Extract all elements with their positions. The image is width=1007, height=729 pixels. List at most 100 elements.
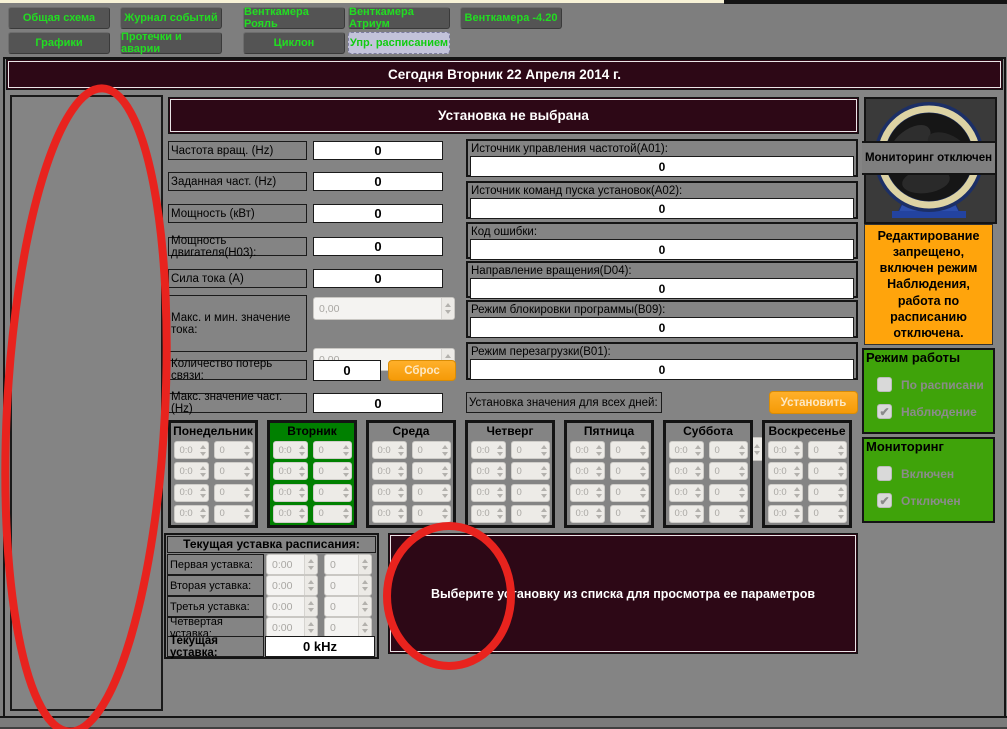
setpoint-time-spinner[interactable]: 0:00 xyxy=(266,575,318,596)
day-freq-spinner[interactable]: 0 xyxy=(313,505,352,523)
spinner-arrows-icon[interactable] xyxy=(739,442,745,458)
spinner-arrows-icon[interactable] xyxy=(442,485,448,501)
spinner-arrows-icon[interactable] xyxy=(497,463,503,479)
nav-button-ventcam-atrium[interactable]: Венткамера Атриум xyxy=(348,7,450,29)
spinner-arrows-icon[interactable] xyxy=(640,485,646,501)
day-freq-spinner[interactable]: 0 xyxy=(808,441,847,459)
nav-button-leaks-alarms[interactable]: Протечки и аварии xyxy=(120,32,222,54)
spinner-arrows-icon[interactable] xyxy=(358,555,371,574)
spinner-arrows-icon[interactable] xyxy=(304,555,317,574)
spinner-arrows-icon[interactable] xyxy=(794,506,800,522)
nav-button-charts[interactable]: Графики xyxy=(8,32,110,54)
checkbox-checked-icon[interactable]: ✔ xyxy=(877,493,892,508)
spinner-arrows-icon[interactable] xyxy=(596,485,602,501)
spinner-arrows-icon[interactable] xyxy=(343,463,349,479)
day-freq-spinner[interactable]: 0 xyxy=(412,484,451,502)
spinner-arrows-icon[interactable] xyxy=(640,463,646,479)
spinner-arrows-icon[interactable] xyxy=(343,506,349,522)
day-freq-spinner[interactable]: 0 xyxy=(313,441,352,459)
day-freq-spinner[interactable]: 0 xyxy=(412,462,451,480)
day-time-spinner[interactable]: 0:0 xyxy=(372,462,407,480)
day-time-spinner[interactable]: 0:0 xyxy=(669,462,704,480)
spinner-arrows-icon[interactable] xyxy=(398,442,404,458)
day-freq-spinner[interactable]: 0 xyxy=(214,484,253,502)
spinner-arrows-icon[interactable] xyxy=(441,298,454,319)
day-time-spinner[interactable]: 0:0 xyxy=(570,484,605,502)
spinner-arrows-icon[interactable] xyxy=(695,442,701,458)
day-time-spinner[interactable]: 0:0 xyxy=(768,505,803,523)
spinner-arrows-icon[interactable] xyxy=(299,463,305,479)
day-freq-spinner[interactable]: 0 xyxy=(214,441,253,459)
nav-button-ventcam-royal[interactable]: Венткамера Рояль xyxy=(243,7,345,29)
spinner-arrows-icon[interactable] xyxy=(442,442,448,458)
spinner-arrows-icon[interactable] xyxy=(358,618,371,637)
spinner-arrows-icon[interactable] xyxy=(200,442,206,458)
day-freq-spinner[interactable]: 0 xyxy=(511,505,550,523)
day-freq-spinner[interactable]: 0 xyxy=(808,505,847,523)
day-time-spinner[interactable]: 0:0 xyxy=(174,462,209,480)
spinner-arrows-icon[interactable] xyxy=(640,442,646,458)
spinner-arrows-icon[interactable] xyxy=(640,506,646,522)
spinner-arrows-icon[interactable] xyxy=(299,485,305,501)
spinner-arrows-icon[interactable] xyxy=(794,463,800,479)
day-freq-spinner[interactable]: 0 xyxy=(610,441,649,459)
day-time-spinner[interactable]: 0:0 xyxy=(570,505,605,523)
spinner-arrows-icon[interactable] xyxy=(299,442,305,458)
day-freq-spinner[interactable]: 0 xyxy=(808,484,847,502)
spinner-arrows-icon[interactable] xyxy=(358,576,371,595)
setpoint-value-spinner[interactable]: 0 xyxy=(324,617,372,638)
spinner-arrows-icon[interactable] xyxy=(343,442,349,458)
spinner-arrows-icon[interactable] xyxy=(244,463,250,479)
nav-button-schedule-management[interactable]: Упр. расписанием xyxy=(348,32,450,54)
day-time-spinner[interactable]: 0:0 xyxy=(273,505,308,523)
day-time-spinner[interactable]: 0:0 xyxy=(471,441,506,459)
day-time-spinner[interactable]: 0:0 xyxy=(372,484,407,502)
day-time-spinner[interactable]: 0:0 xyxy=(174,505,209,523)
spinner-arrows-icon[interactable] xyxy=(794,485,800,501)
day-freq-spinner[interactable]: 0 xyxy=(709,484,748,502)
setpoint-value-spinner[interactable]: 0 xyxy=(324,554,372,575)
installation-list[interactable] xyxy=(10,95,163,711)
day-freq-spinner[interactable]: 0 xyxy=(709,441,748,459)
nav-button-cyclone[interactable]: Циклон xyxy=(243,32,345,54)
day-freq-spinner[interactable]: 0 xyxy=(313,484,352,502)
spinner-arrows-icon[interactable] xyxy=(398,485,404,501)
spinner-arrows-icon[interactable] xyxy=(596,463,602,479)
day-time-spinner[interactable]: 0:0 xyxy=(273,484,308,502)
day-freq-spinner[interactable]: 0 xyxy=(808,462,847,480)
day-time-spinner[interactable]: 0:0 xyxy=(669,441,704,459)
day-freq-spinner[interactable]: 0 xyxy=(313,462,352,480)
spinner-arrows-icon[interactable] xyxy=(304,576,317,595)
spinner-arrows-icon[interactable] xyxy=(497,506,503,522)
spinner-arrows-icon[interactable] xyxy=(358,597,371,616)
spinner-arrows-icon[interactable] xyxy=(244,485,250,501)
spinner-arrows-icon[interactable] xyxy=(695,485,701,501)
day-time-spinner[interactable]: 0:0 xyxy=(768,462,803,480)
max-current-spinner[interactable]: 0,00 xyxy=(313,297,455,320)
nav-button-event-log[interactable]: Журнал событий xyxy=(120,7,222,29)
day-time-spinner[interactable]: 0:0 xyxy=(570,462,605,480)
spinner-arrows-icon[interactable] xyxy=(838,506,844,522)
day-freq-spinner[interactable]: 0 xyxy=(709,462,748,480)
spinner-arrows-icon[interactable] xyxy=(739,485,745,501)
spinner-arrows-icon[interactable] xyxy=(596,442,602,458)
spinner-arrows-icon[interactable] xyxy=(244,442,250,458)
day-freq-spinner[interactable]: 0 xyxy=(610,484,649,502)
spinner-arrows-icon[interactable] xyxy=(695,506,701,522)
day-freq-spinner[interactable]: 0 xyxy=(610,505,649,523)
day-time-spinner[interactable]: 0:0 xyxy=(471,484,506,502)
day-freq-spinner[interactable]: 0 xyxy=(511,441,550,459)
spinner-arrows-icon[interactable] xyxy=(200,463,206,479)
spinner-arrows-icon[interactable] xyxy=(200,506,206,522)
spinner-arrows-icon[interactable] xyxy=(541,463,547,479)
spinner-arrows-icon[interactable] xyxy=(541,485,547,501)
day-time-spinner[interactable]: 0:0 xyxy=(471,505,506,523)
day-freq-spinner[interactable]: 0 xyxy=(214,505,253,523)
day-freq-spinner[interactable]: 0 xyxy=(511,484,550,502)
spinner-arrows-icon[interactable] xyxy=(299,506,305,522)
day-time-spinner[interactable]: 0:0 xyxy=(174,484,209,502)
spinner-arrows-icon[interactable] xyxy=(541,506,547,522)
setpoint-time-spinner[interactable]: 0:00 xyxy=(266,596,318,617)
setpoint-value-spinner[interactable]: 0 xyxy=(324,575,372,596)
spinner-arrows-icon[interactable] xyxy=(200,485,206,501)
